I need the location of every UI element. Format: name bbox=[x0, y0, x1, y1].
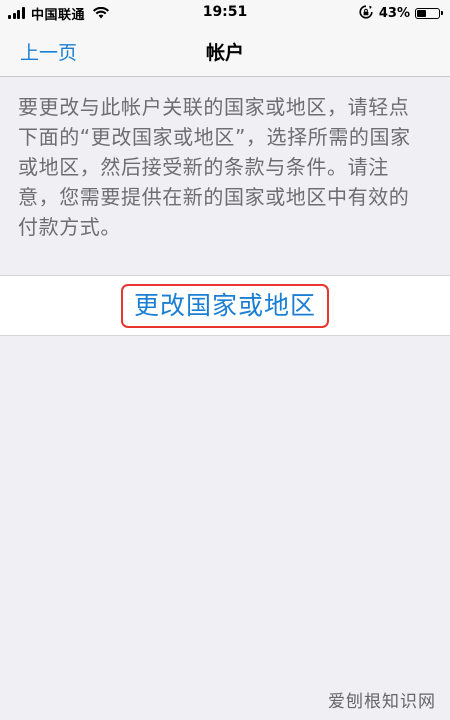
change-country-region-button[interactable]: 更改国家或地区 bbox=[121, 284, 329, 328]
battery-fill bbox=[417, 9, 427, 17]
battery-percent: 43% bbox=[378, 5, 410, 21]
watermark: 爱刨根知识网 bbox=[328, 692, 436, 712]
status-bar: 中国联通 19:51 43% bbox=[0, 0, 450, 26]
rotation-lock-icon bbox=[359, 4, 373, 23]
navigation-bar: 上一页 帐户 bbox=[0, 26, 450, 77]
battery-icon bbox=[415, 7, 443, 19]
page-title: 帐户 bbox=[205, 42, 244, 64]
description-text: 要更改与此帐户关联的国家或地区，请轻点下面的“更改国家或地区”，选择所需的国家或… bbox=[18, 95, 411, 239]
change-region-cell: 更改国家或地区 bbox=[0, 275, 450, 336]
status-right: 43% bbox=[359, 4, 443, 23]
